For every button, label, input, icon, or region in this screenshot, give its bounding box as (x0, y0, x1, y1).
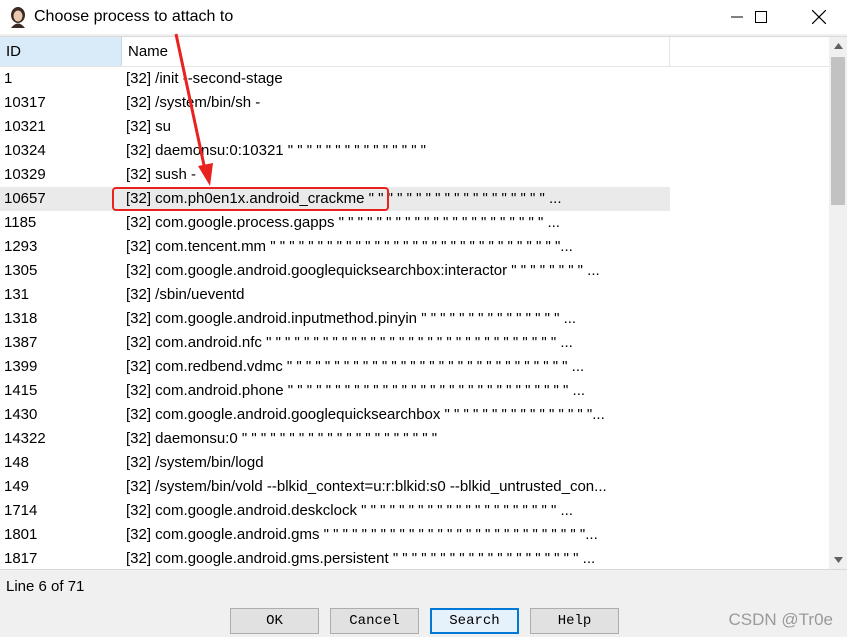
table-row[interactable]: 1399 [32] com.redbend.vdmc " " " " " " " … (0, 355, 670, 379)
row-name: [32] sush - (126, 166, 197, 183)
row-name: [32] com.google.process.gapps " " " " " … (126, 214, 560, 231)
row-name: [32] /init --second-stage (126, 70, 283, 87)
row-id: 1430 (4, 406, 38, 423)
row-name: [32] com.google.android.inputmethod.piny… (126, 310, 577, 327)
row-id: 10317 (4, 94, 46, 111)
scroll-down-button[interactable] (829, 551, 847, 569)
status-text: Line 6 of 71 (6, 578, 85, 595)
table-row[interactable]: 10317 [32] /system/bin/sh - (0, 91, 670, 115)
table-row[interactable]: 148 [32] /system/bin/logd (0, 451, 670, 475)
table-row[interactable]: 1430 [32] com.google.android.googlequicks… (0, 403, 670, 427)
chevron-down-icon (833, 557, 843, 563)
row-name: [32] com.google.android.gms.persistent "… (126, 550, 596, 567)
row-id: 131 (4, 286, 30, 303)
row-id: 1 (4, 70, 13, 87)
row-name: [32] com.google.android.googlequicksearc… (126, 262, 600, 279)
row-id: 149 (4, 478, 30, 495)
process-list[interactable]: ID Name 1 [32] /init --second-stage 10317 [… (0, 36, 847, 570)
table-row[interactable]: 1817 [32] com.google.android.gms.persiste… (0, 547, 670, 569)
table-row[interactable]: 149 [32] /system/bin/vold --blkid_context… (0, 475, 670, 499)
table-row[interactable]: 10329 [32] sush - (0, 163, 670, 187)
row-name: [32] com.tencent.mm " " " " " " " " " " … (126, 238, 573, 255)
row-name: [32] com.ph0en1x.android_crackme " " " "… (126, 190, 562, 207)
row-id: 1318 (4, 310, 38, 327)
cancel-button[interactable]: Cancel (330, 608, 419, 634)
row-id: 1714 (4, 502, 38, 519)
column-header-id[interactable]: ID (0, 37, 122, 66)
row-id: 148 (4, 454, 30, 471)
row-id: 1305 (4, 262, 38, 279)
row-name: [32] com.android.phone " " " " " " " " "… (126, 382, 586, 399)
row-name: [32] daemonsu:0:10321 " " " " " " " " " … (126, 142, 427, 159)
help-button[interactable]: Help (530, 608, 619, 634)
row-name: [32] /system/bin/logd (126, 454, 264, 471)
table-row[interactable]: 10321 [32] su (0, 115, 670, 139)
row-id: 1387 (4, 334, 38, 351)
table-row[interactable]: 14322 [32] daemonsu:0 " " " " " " " " " "… (0, 427, 670, 451)
list-rows: 1 [32] /init --second-stage 10317 [32] /sys… (0, 67, 670, 569)
row-name: [32] /sbin/ueventd (126, 286, 245, 303)
table-row[interactable]: 1714 [32] com.google.android.deskclock " … (0, 499, 670, 523)
table-row[interactable]: 10657 [32] com.ph0en1x.android_crackme " … (0, 187, 670, 211)
table-row[interactable]: 1801 [32] com.google.android.gms " " " " … (0, 523, 670, 547)
row-name: [32] com.google.android.googlequicksearc… (126, 406, 605, 423)
title-bar: Choose process to attach to (0, 0, 847, 34)
row-name: [32] com.google.android.gms " " " " " " … (126, 526, 598, 543)
scroll-thumb[interactable] (831, 57, 845, 205)
avatar-icon (8, 6, 28, 28)
row-id: 1185 (4, 214, 37, 231)
maximize-button[interactable] (738, 0, 784, 34)
table-row[interactable]: 1305 [32] com.google.android.googlequicks… (0, 259, 670, 283)
row-id: 1801 (4, 526, 38, 543)
table-row[interactable]: 1 [32] /init --second-stage (0, 67, 670, 91)
table-row[interactable]: 1415 [32] com.android.phone " " " " " " "… (0, 379, 670, 403)
row-id: 10321 (4, 118, 46, 135)
table-row[interactable]: 131 [32] /sbin/ueventd (0, 283, 670, 307)
scroll-up-button[interactable] (829, 37, 847, 55)
ok-button[interactable]: OK (230, 608, 319, 634)
table-row[interactable]: 1387 [32] com.android.nfc " " " " " " " "… (0, 331, 670, 355)
table-row[interactable]: 1293 [32] com.tencent.mm " " " " " " " " … (0, 235, 670, 259)
row-id: 1817 (4, 550, 38, 567)
row-id: 1399 (4, 358, 38, 375)
row-name: [32] /system/bin/vold --blkid_context=u:… (126, 478, 607, 495)
row-name: [32] /system/bin/sh - (126, 94, 261, 111)
list-header: ID Name (0, 37, 829, 67)
row-name: [32] su (126, 118, 172, 135)
table-row[interactable]: 1318 [32] com.google.android.inputmethod.… (0, 307, 670, 331)
column-header-name[interactable]: Name (122, 37, 670, 66)
row-id: 14322 (4, 430, 46, 447)
row-name: [32] com.android.nfc " " " " " " " " " "… (126, 334, 573, 351)
row-name: [32] daemonsu:0 " " " " " " " " " " " " … (126, 430, 438, 447)
row-name: [32] com.google.android.deskclock " " " … (126, 502, 573, 519)
maximize-icon (755, 11, 767, 23)
close-icon (812, 10, 826, 24)
vertical-scrollbar[interactable] (829, 37, 847, 569)
watermark: CSDN @Tr0e (728, 610, 833, 629)
row-id: 10324 (4, 142, 46, 159)
table-row[interactable]: 10324 [32] daemonsu:0:10321 " " " " " " "… (0, 139, 670, 163)
row-id: 1293 (4, 238, 38, 255)
chevron-up-icon (833, 43, 843, 49)
row-id: 1415 (4, 382, 38, 399)
row-name: [32] com.redbend.vdmc " " " " " " " " " … (126, 358, 585, 375)
close-button[interactable] (796, 0, 842, 34)
row-id: 10329 (4, 166, 46, 183)
row-id: 10657 (4, 190, 46, 207)
window-title: Choose process to attach to (34, 8, 234, 25)
table-row[interactable]: 1185 [32] com.google.process.gapps " " " … (0, 211, 670, 235)
search-button[interactable]: Search (430, 608, 519, 634)
